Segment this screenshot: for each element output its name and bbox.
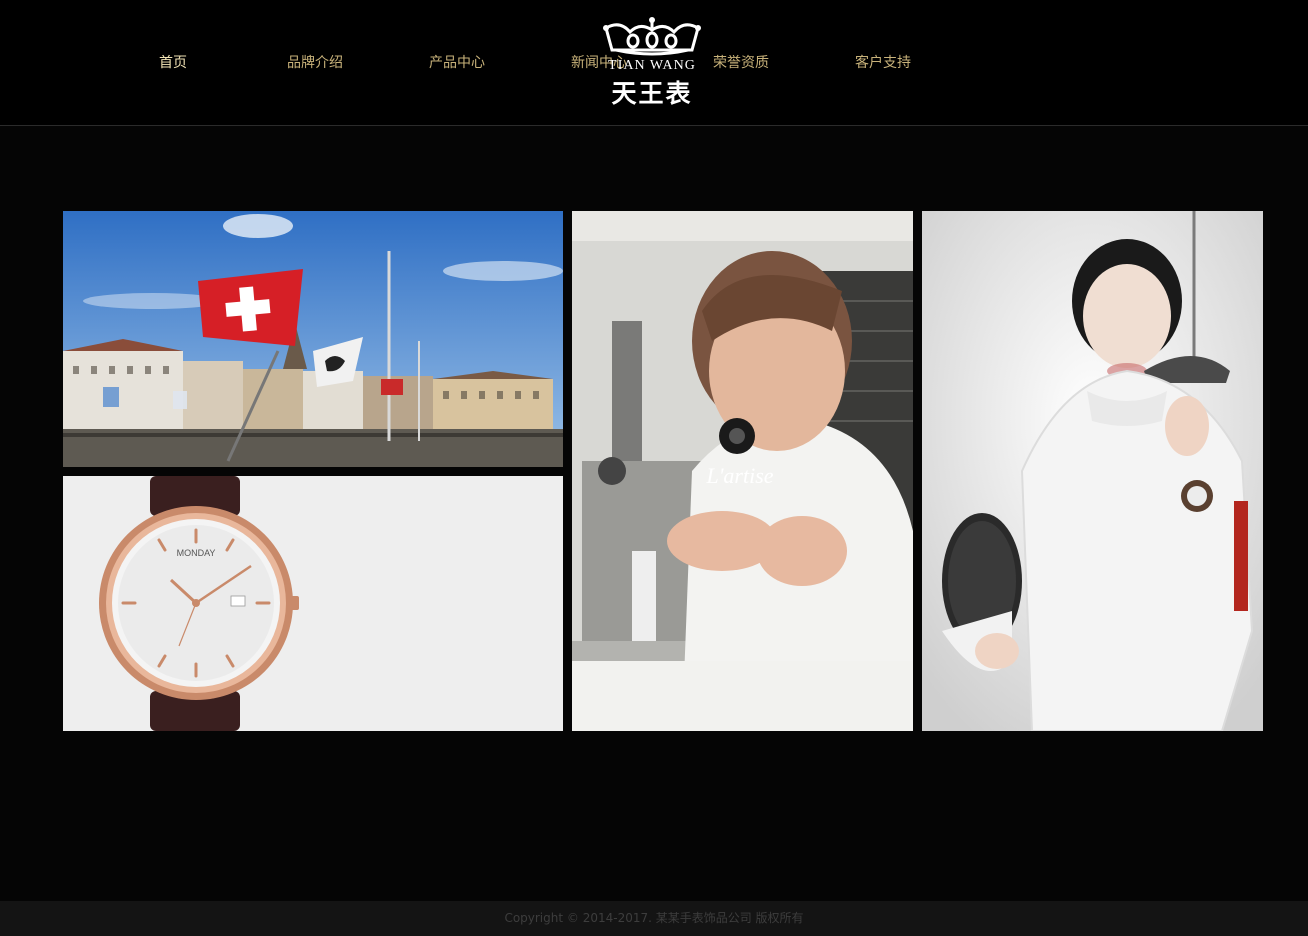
logo-english-name: TIAN WANG xyxy=(608,58,696,73)
gallery-image-fencer[interactable] xyxy=(922,211,1263,731)
nav-item-honors[interactable]: 荣誉资质 xyxy=(713,53,769,73)
site-footer: Copyright © 2014-2017. 某某手表饰品公司 版权所有 xyxy=(0,901,1308,936)
gallery-image-swiss-city[interactable] xyxy=(63,211,563,467)
nav-item-brand[interactable]: 品牌介绍 xyxy=(287,53,343,73)
nav-item-products[interactable]: 产品中心 xyxy=(429,53,485,73)
nav-item-support[interactable]: 客户支持 xyxy=(855,53,911,73)
logo-chinese-name: 天王表 xyxy=(611,79,693,108)
copyright-text: Copyright © 2014-2017. 某某手表饰品公司 版权所有 xyxy=(504,911,804,925)
nav-item-home[interactable]: 首页 xyxy=(159,53,187,73)
craftsman-caption: L'artise xyxy=(705,463,773,488)
site-header: 首页 品牌介绍 产品中心 新闻中心 荣誉资质 客户支持 TIAN WANG 天王… xyxy=(0,0,1308,126)
brand-logo[interactable]: TIAN WANG 天王表 xyxy=(590,14,714,108)
watch-dial-text: MONDAY xyxy=(177,548,216,558)
crown-icon xyxy=(603,17,701,56)
gallery-image-watch[interactable]: MONDAY xyxy=(63,476,563,731)
gallery-image-craftsman[interactable]: L'artise xyxy=(572,211,913,731)
